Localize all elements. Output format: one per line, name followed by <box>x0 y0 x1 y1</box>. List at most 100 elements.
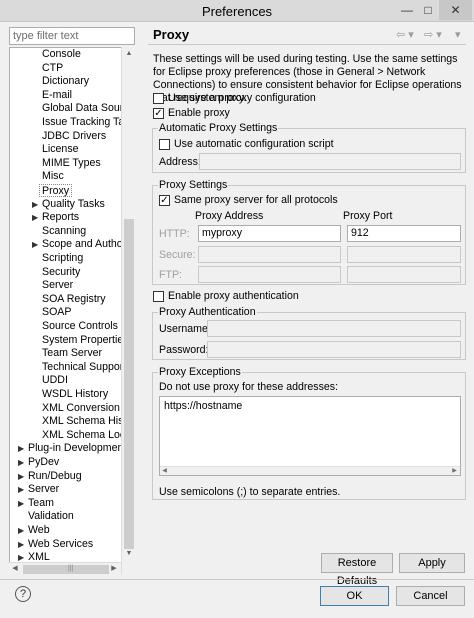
use-automatic-script-checkbox[interactable]: Use automatic configuration script <box>159 138 334 150</box>
tree-item[interactable]: MIME Types <box>42 157 101 170</box>
tree-item[interactable]: Server <box>28 483 59 496</box>
expand-arrow-icon[interactable]: ▶ <box>32 211 38 224</box>
tree-vertical-scrollbar[interactable]: ▲ ▼ <box>121 47 135 575</box>
apply-button[interactable]: Apply <box>399 553 465 573</box>
scroll-left-icon[interactable]: ◀ <box>10 564 20 574</box>
expand-arrow-icon[interactable]: ▶ <box>18 483 24 496</box>
enable-proxy-checkbox[interactable]: ✓ Enable proxy <box>153 107 230 119</box>
forward-icon[interactable]: ⇨ ▾ <box>424 28 442 41</box>
exceptions-hint: Do not use proxy for these addresses: <box>159 381 339 393</box>
tree-item[interactable]: Scripting <box>42 252 83 265</box>
tree-item[interactable]: Technical Support <box>42 361 126 374</box>
proxy-authentication-title: Proxy Authentication <box>158 306 257 318</box>
ftp-port-field[interactable] <box>347 266 461 283</box>
http-label: HTTP: <box>159 228 190 240</box>
restore-defaults-button[interactable]: Restore Defaults <box>321 553 393 587</box>
tree-horizontal-scrollbar[interactable]: ◀ ||| ▶ <box>9 562 121 575</box>
expand-arrow-icon[interactable]: ▶ <box>18 442 24 455</box>
secure-address-field[interactable] <box>198 246 341 263</box>
username-label: Username: <box>159 323 211 335</box>
tree-item[interactable]: Misc <box>42 170 64 183</box>
secure-port-field[interactable] <box>347 246 461 263</box>
ftp-address-field[interactable] <box>198 266 341 283</box>
expand-arrow-icon[interactable]: ▶ <box>32 238 38 251</box>
cancel-button[interactable]: Cancel <box>396 586 465 606</box>
tree-item[interactable]: SOAP <box>42 306 71 319</box>
ok-button[interactable]: OK <box>320 586 389 606</box>
maximize-icon[interactable]: □ <box>418 0 438 20</box>
same-proxy-checkbox[interactable]: ✓ Same proxy server for all protocols <box>159 194 338 206</box>
proxy-address-header: Proxy Address <box>195 210 264 222</box>
tree-item[interactable]: Security <box>42 266 80 279</box>
password-field[interactable] <box>207 341 461 358</box>
tree-item[interactable]: Console <box>42 48 81 61</box>
tree-item[interactable]: Web Services <box>28 538 93 551</box>
checkmark-icon[interactable]: ✓ <box>159 194 170 206</box>
scroll-right-icon[interactable]: ▶ <box>109 564 119 574</box>
http-port-field[interactable]: 912 <box>347 225 461 242</box>
checkbox-icon[interactable] <box>159 138 170 150</box>
scroll-thumb[interactable] <box>124 219 134 549</box>
help-icon[interactable]: ? <box>15 586 31 602</box>
scroll-left-icon[interactable]: ◀ <box>160 467 169 476</box>
enable-proxy-authentication-checkbox[interactable]: Enable proxy authentication <box>153 290 299 302</box>
tree-item[interactable]: JDBC Drivers <box>42 130 106 143</box>
scroll-right-icon[interactable]: ▶ <box>450 467 459 476</box>
tree-item[interactable]: Team <box>28 497 54 510</box>
checkmark-icon[interactable]: ✓ <box>153 107 164 119</box>
tree-item[interactable]: Server <box>42 279 73 292</box>
proxy-port-header: Proxy Port <box>343 210 393 222</box>
divider <box>148 44 466 45</box>
tree-item[interactable]: Validation <box>28 510 74 523</box>
address-field[interactable] <box>199 153 461 170</box>
tree-item[interactable]: E-mail <box>42 89 72 102</box>
footer-divider <box>0 579 474 580</box>
minimize-icon[interactable]: — <box>397 0 417 20</box>
tree-item[interactable]: License <box>42 143 79 156</box>
tree-item[interactable]: System Properties <box>42 334 129 347</box>
menu-icon[interactable]: ▾ <box>455 28 461 41</box>
checkbox-icon[interactable] <box>153 290 164 302</box>
tree-item[interactable]: Plug-in Development <box>28 442 126 455</box>
use-system-proxy-checkbox[interactable]: Use system proxy configuration <box>153 92 316 104</box>
grip-icon: ||| <box>68 565 74 572</box>
expand-arrow-icon[interactable]: ▶ <box>18 470 24 483</box>
close-icon[interactable]: ✕ <box>439 0 472 20</box>
preferences-tree: Console CTP Dictionary E-mail Global Data So… <box>9 47 135 575</box>
username-field[interactable] <box>207 320 461 337</box>
tree-item[interactable]: WSDL History <box>42 388 108 401</box>
scroll-up-icon[interactable]: ▲ <box>124 49 134 59</box>
tree-item[interactable]: SOA Registry <box>42 293 106 306</box>
expand-arrow-icon[interactable]: ▶ <box>32 198 38 211</box>
ftp-label: FTP: <box>159 269 182 281</box>
tree-item[interactable]: Scanning <box>42 225 86 238</box>
tree-item[interactable]: UDDI <box>42 374 68 387</box>
expand-arrow-icon[interactable]: ▶ <box>18 497 24 510</box>
tree-item[interactable]: Team Server <box>42 347 102 360</box>
automatic-proxy-settings-title: Automatic Proxy Settings <box>158 122 279 134</box>
tree-item[interactable]: Proxy <box>39 184 73 197</box>
tree-item[interactable]: CTP <box>42 62 63 75</box>
password-label: Password: <box>159 344 209 356</box>
expand-arrow-icon[interactable]: ▶ <box>18 456 24 469</box>
back-icon[interactable]: ⇦ ▾ <box>396 28 414 41</box>
tree-item[interactable]: Quality Tasks <box>42 198 105 211</box>
filter-input[interactable]: type filter text <box>9 27 135 45</box>
tree-item[interactable]: Run/Debug <box>28 470 82 483</box>
scroll-down-icon[interactable]: ▼ <box>124 549 134 559</box>
tree-item[interactable]: Dictionary <box>42 75 89 88</box>
secure-label: Secure: <box>159 249 196 261</box>
exceptions-textarea[interactable]: https://hostname <box>159 396 461 476</box>
tree-item[interactable]: Web <box>28 524 50 537</box>
tree-item[interactable]: Reports <box>42 211 79 224</box>
tree-item[interactable]: PyDev <box>28 456 59 469</box>
expand-arrow-icon[interactable]: ▶ <box>18 524 24 537</box>
textarea-horizontal-scrollbar[interactable]: ◀ ▶ <box>160 466 460 475</box>
http-address-field[interactable]: myproxy <box>198 225 341 242</box>
expand-arrow-icon[interactable]: ▶ <box>18 538 24 551</box>
tree-item[interactable]: XML Conversion <box>42 402 120 415</box>
proxy-settings-title: Proxy Settings <box>158 179 229 191</box>
checkbox-icon[interactable] <box>153 92 164 104</box>
scroll-thumb-horizontal[interactable] <box>23 565 109 574</box>
tree-item[interactable]: Source Controls <box>42 320 118 333</box>
